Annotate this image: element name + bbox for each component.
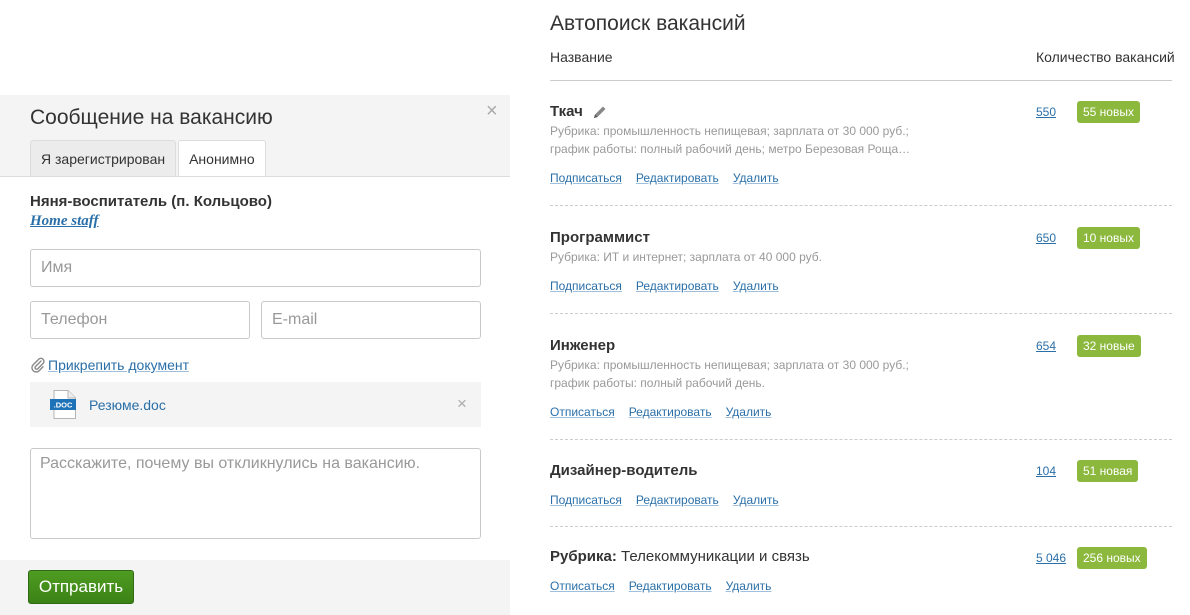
attached-file: .DOC Резюме.doc × [30, 382, 481, 427]
pencil-icon[interactable] [592, 104, 608, 120]
new-vacancies-badge[interactable]: 51 новая [1077, 460, 1139, 482]
row-actions: Подписаться Редактировать Удалить [550, 279, 793, 293]
subscribe-link[interactable]: Подписаться [550, 493, 622, 507]
email-input[interactable] [261, 301, 481, 339]
dialog-title: Сообщение на вакансию [30, 106, 273, 129]
company-link[interactable]: Home staff [30, 213, 98, 230]
header-divider [550, 80, 1172, 81]
new-vacancies-badge[interactable]: 10 новых [1077, 227, 1140, 249]
row-divider [550, 205, 1172, 206]
vacancy-count-link[interactable]: 650 [1036, 231, 1056, 245]
doc-file-icon: .DOC [50, 390, 76, 419]
unsubscribe-link[interactable]: Отписаться [550, 579, 615, 593]
remove-file-icon[interactable]: × [457, 394, 467, 414]
row-actions: Подписаться Редактировать Удалить [550, 171, 793, 185]
delete-link[interactable]: Удалить [733, 171, 779, 185]
row-description: Рубрика: ИТ и интернет; зарплата от 40 0… [550, 250, 822, 264]
edit-link[interactable]: Редактировать [636, 493, 719, 507]
delete-link[interactable]: Удалить [726, 579, 772, 593]
row-title: Рубрика: Телекоммуникации и связь [550, 548, 810, 565]
tab-registered[interactable]: Я зарегистрирован [30, 140, 177, 177]
phone-input[interactable] [30, 301, 250, 339]
row-actions: Отписаться Редактировать Удалить [550, 579, 785, 593]
edit-link[interactable]: Редактировать [629, 579, 712, 593]
submit-button[interactable]: Отправить [28, 570, 134, 604]
close-icon[interactable]: × [486, 101, 498, 121]
vacancy-count-link[interactable]: 5 046 [1036, 551, 1066, 565]
apply-form: Няня-воспитатель (п. Кольцово) Home staf… [0, 176, 510, 560]
row-divider [550, 313, 1172, 314]
row-description: Рубрика: промышленность непищевая; зарпл… [550, 124, 911, 156]
vacancy-title: Няня-воспитатель (п. Кольцово) [30, 193, 272, 210]
row-description: Рубрика: промышленность непищевая; зарпл… [550, 358, 909, 390]
row-actions: Отписаться Редактировать Удалить [550, 405, 785, 419]
edit-link[interactable]: Редактировать [636, 171, 719, 185]
row-divider [550, 439, 1172, 440]
column-header-count: Количество вакансий [1036, 49, 1175, 65]
tab-bar: Я зарегистрирован Анонимно [30, 140, 268, 178]
new-vacancies-badge[interactable]: 32 новые [1077, 335, 1141, 357]
attach-document[interactable]: Прикрепить документ [30, 357, 189, 373]
paperclip-icon [31, 357, 45, 373]
delete-link[interactable]: Удалить [733, 279, 779, 293]
subscribe-link[interactable]: Подписаться [550, 279, 622, 293]
doc-badge-label: .DOC [54, 401, 73, 410]
attach-document-link[interactable]: Прикрепить документ [48, 357, 189, 373]
name-input[interactable] [30, 249, 481, 287]
row-divider [550, 526, 1172, 527]
row-title: Программист [550, 229, 650, 246]
row-title: Ткач [550, 103, 583, 120]
vacancy-count-link[interactable]: 550 [1036, 105, 1056, 119]
message-textarea[interactable] [30, 448, 481, 539]
unsubscribe-link[interactable]: Отписаться [550, 405, 615, 419]
column-header-name: Название [550, 49, 613, 65]
row-title: Дизайнер-водитель [550, 462, 698, 479]
delete-link[interactable]: Удалить [726, 405, 772, 419]
vacancy-count-link[interactable]: 654 [1036, 339, 1056, 353]
row-actions: Подписаться Редактировать Удалить [550, 493, 793, 507]
row-title: Инженер [550, 337, 616, 354]
subscribe-link[interactable]: Подписаться [550, 171, 622, 185]
delete-link[interactable]: Удалить [733, 493, 779, 507]
rubric-label: Рубрика: [550, 548, 617, 565]
new-vacancies-badge[interactable]: 256 новых [1077, 547, 1147, 569]
apply-dialog: Сообщение на вакансию × Я зарегистрирова… [0, 95, 510, 615]
vacancy-count-link[interactable]: 104 [1036, 464, 1056, 478]
edit-link[interactable]: Редактировать [629, 405, 712, 419]
rubric-value: Телекоммуникации и связь [621, 548, 810, 565]
tab-anonymous[interactable]: Анонимно [178, 140, 266, 178]
file-name-link[interactable]: Резюме.doc [89, 397, 166, 413]
new-vacancies-badge[interactable]: 55 новых [1077, 101, 1140, 123]
search-title: Автопоиск вакансий [550, 12, 746, 35]
edit-link[interactable]: Редактировать [636, 279, 719, 293]
